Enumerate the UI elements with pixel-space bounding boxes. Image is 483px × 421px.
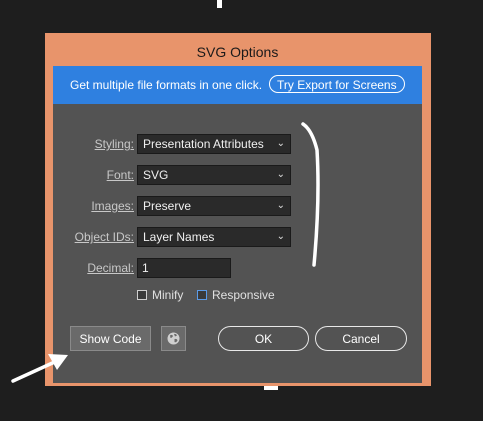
- annotation-overlay: [11, 122, 320, 383]
- arrow-annotation: [11, 358, 61, 383]
- bracket-annotation: [301, 122, 320, 267]
- stage: SVG Options Get multiple file formats in…: [0, 0, 483, 421]
